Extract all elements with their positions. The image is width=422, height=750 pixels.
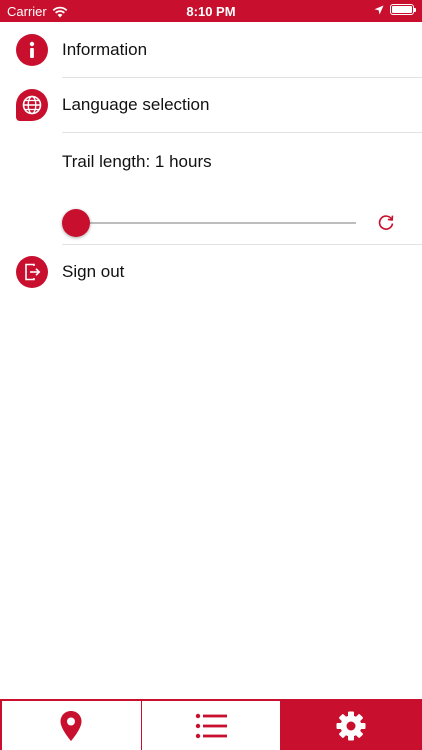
trail-length-setting: Trail length: 1 hours xyxy=(0,132,422,244)
list-icon xyxy=(195,713,227,738)
slider-track xyxy=(62,222,356,224)
location-arrow-icon xyxy=(374,5,384,14)
information-label: Information xyxy=(62,39,148,59)
battery-level xyxy=(392,6,412,13)
status-bar: Carrier 8:10 PM xyxy=(0,0,422,22)
trail-length-slider[interactable] xyxy=(62,209,356,237)
status-right xyxy=(374,4,416,15)
info-icon xyxy=(16,33,48,66)
sign-out-row[interactable]: Sign out xyxy=(0,244,422,299)
language-label: Language selection xyxy=(62,94,210,114)
sign-out-label: Sign out xyxy=(62,261,125,281)
tab-list[interactable] xyxy=(140,701,281,750)
tab-bar xyxy=(0,699,422,750)
settings-menu: Information Language selection Trail len… xyxy=(0,22,422,299)
trail-length-label: Trail length: 1 hours xyxy=(62,152,212,171)
gear-icon xyxy=(336,711,366,740)
sign-out-icon xyxy=(16,255,48,288)
tab-map[interactable] xyxy=(0,701,141,750)
map-pin-icon xyxy=(60,710,82,741)
battery-icon xyxy=(390,4,416,15)
status-time: 8:10 PM xyxy=(186,4,236,19)
slider-thumb[interactable] xyxy=(62,209,90,237)
reset-icon[interactable] xyxy=(376,213,396,233)
language-row[interactable]: Language selection xyxy=(0,77,422,132)
information-row[interactable]: Information xyxy=(0,22,422,77)
tab-settings[interactable] xyxy=(280,701,422,750)
globe-icon xyxy=(16,88,48,121)
